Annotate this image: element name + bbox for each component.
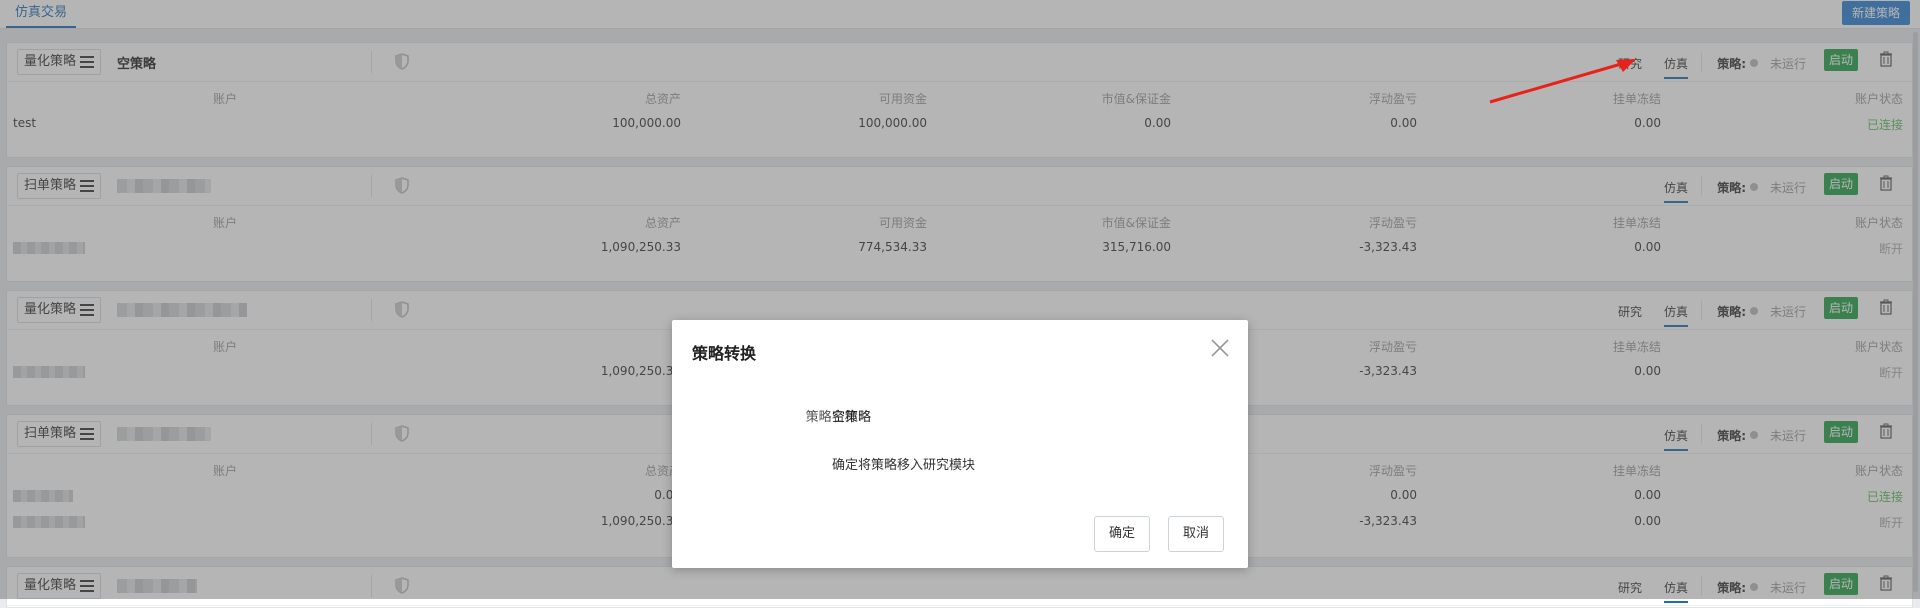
close-icon[interactable] xyxy=(1210,338,1230,358)
confirm-message: 确定将策略移入研究模块 xyxy=(832,458,976,473)
annotation-arrow xyxy=(1489,59,1636,104)
confirm-button[interactable]: 确定 xyxy=(1094,516,1151,552)
dialog-title: 策略转换 xyxy=(692,344,757,363)
cancel-button[interactable]: 取消 xyxy=(1168,516,1225,552)
strategy-convert-dialog: 策略转换 策略名称: 空策略 确定将策略移入研究模块 确定 取消 xyxy=(672,320,1248,568)
strategy-name-value: 空策略 xyxy=(832,410,872,425)
